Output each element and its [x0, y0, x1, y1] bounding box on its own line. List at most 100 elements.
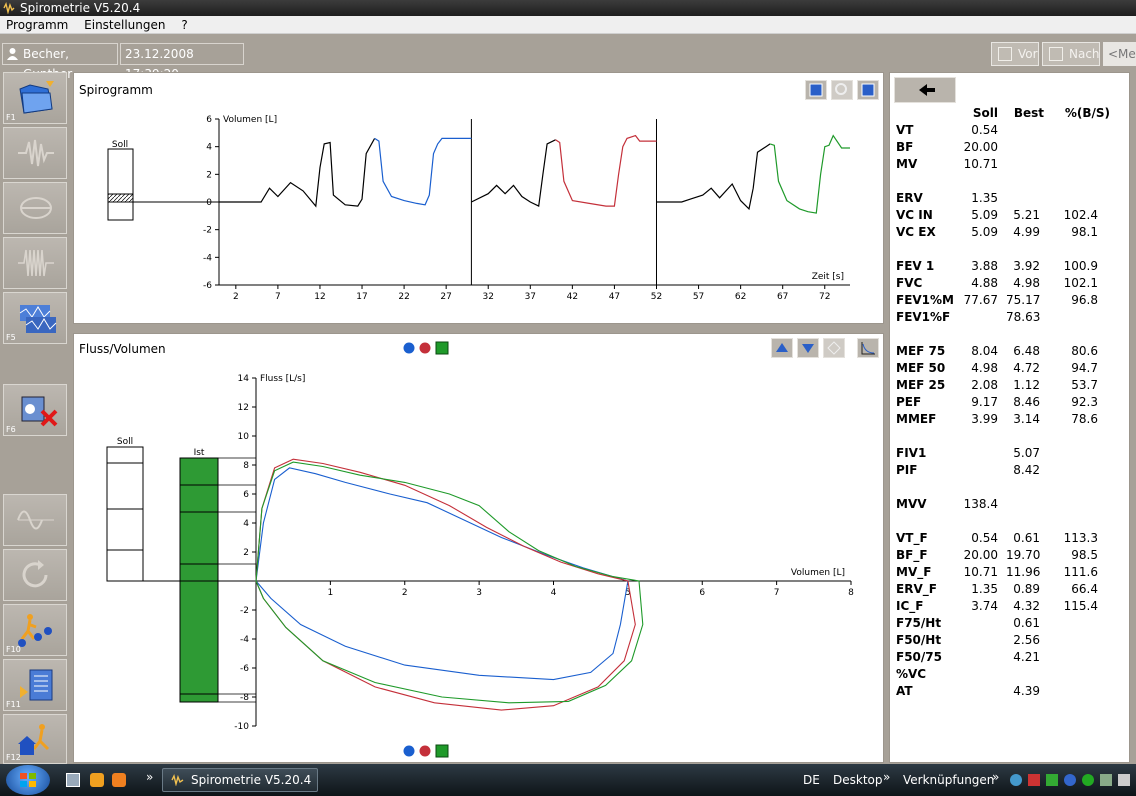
y-tick-label: 2 — [243, 548, 249, 558]
prev-button[interactable]: Vor — [991, 42, 1039, 66]
spirogram-panel: Spirogramm Soll 6 4 2 0 -2 -4 -6 2 7 12 17 22 27 32 37 4… — [73, 72, 884, 324]
f1-open-button[interactable]: F1 — [3, 72, 67, 124]
x-tick-label: 72 — [819, 292, 830, 302]
patient-name-box[interactable]: Becher, Gunther — [2, 43, 118, 81]
x-tick-label: 27 — [440, 292, 451, 302]
cell-label: MEF 50 — [896, 361, 946, 375]
soll-flow-box — [106, 446, 144, 582]
cell-soll: 3.88 — [971, 259, 998, 273]
cell-best: 4.98 — [1013, 276, 1040, 290]
table-row: ERV 1.35 — [890, 190, 1130, 207]
tray-power-icon[interactable] — [1100, 774, 1112, 786]
f10-exercise-button[interactable]: F10 — [3, 604, 67, 656]
windows-logo-icon — [20, 773, 36, 787]
flow-measure-button[interactable] — [3, 182, 67, 234]
user-icon — [7, 48, 18, 60]
menu-help[interactable]: ? — [175, 16, 193, 34]
table-row: PIF 8.42 — [890, 462, 1130, 479]
y-axis-label: Fluss [L/s] — [260, 374, 305, 384]
sine-tool-button[interactable] — [3, 494, 67, 546]
mvv-measure-button[interactable] — [3, 237, 67, 289]
x-axis-label: Volumen [L] — [791, 568, 845, 578]
y-tick-label: 4 — [243, 519, 249, 529]
delete-trial-icon — [21, 396, 58, 427]
f6-delete-button[interactable]: F6 — [3, 384, 67, 436]
x-tick-label: 12 — [314, 292, 325, 302]
flow-volume-panel: Fluss/Volumen Soll Ist 14 12 10 8 6 4 2 -2 -4 -6 -8-… — [73, 333, 884, 763]
cell-best: 0.89 — [1013, 582, 1040, 596]
cell-soll: 5.09 — [971, 208, 998, 222]
results-panel: Soll Best %(B/S) VT 0.54 BF 20.00 MV 10.71 ERV… — [889, 72, 1130, 763]
desktop-toolbar[interactable]: Desktop — [833, 773, 883, 787]
table-row — [890, 428, 1130, 445]
tray-bluetooth-icon[interactable] — [1064, 774, 1076, 786]
x-tick-label: 62 — [735, 292, 746, 302]
taskbar-app-button[interactable]: Spirometrie V5.20.4 — [162, 768, 318, 792]
table-row: MV_F 10.71 11.96 111.6 — [890, 564, 1130, 581]
links-toolbar[interactable]: Verknüpfungen — [903, 773, 994, 787]
trial-3-dot — [435, 744, 449, 758]
quicklaunch-chevron[interactable]: » — [146, 770, 153, 784]
cell-best: 3.92 — [1013, 259, 1040, 273]
cell-label: MVV — [896, 497, 927, 511]
prev-icon — [998, 47, 1012, 61]
spirogram-series-line — [471, 139, 556, 208]
table-row: ERV_F 1.35 0.89 66.4 — [890, 581, 1130, 598]
cell-pct: 94.7 — [1071, 361, 1098, 375]
media-player-icon[interactable] — [112, 773, 126, 787]
f12-home-button[interactable]: F12 — [3, 714, 67, 764]
vc-measure-button[interactable] — [3, 127, 67, 179]
links-chevron[interactable]: » — [992, 770, 999, 784]
more-button[interactable]: <Me — [1103, 42, 1136, 66]
refresh-tool-button[interactable] — [3, 549, 67, 601]
cell-pct: 78.6 — [1071, 412, 1098, 426]
menu-einstellungen[interactable]: Einstellungen — [78, 16, 171, 34]
y-tick-label: 0 — [206, 198, 212, 208]
cell-best: 8.46 — [1013, 395, 1040, 409]
firefox-icon[interactable] — [90, 773, 104, 787]
table-row — [890, 241, 1130, 258]
cell-label: BF — [896, 140, 914, 154]
x-tick-label: 6 — [699, 588, 705, 598]
menu-bar: Programm Einstellungen ? — [0, 16, 1136, 34]
tray-network-icon[interactable] — [1010, 774, 1022, 786]
table-row: FIV1 5.07 — [890, 445, 1130, 462]
x-tick-label: 42 — [567, 292, 578, 302]
y-tick-label: -4 — [203, 253, 212, 263]
y-tick-label: 8 — [243, 461, 249, 471]
cell-soll: 4.98 — [971, 361, 998, 375]
y-tick-label: -2 — [203, 226, 212, 236]
cell-soll: 3.99 — [971, 412, 998, 426]
sine-icon — [17, 510, 54, 530]
back-button[interactable] — [894, 77, 956, 103]
tray-security-icon[interactable] — [1028, 774, 1040, 786]
tray-volume-icon[interactable] — [1118, 774, 1130, 786]
x-tick-label: 2 — [233, 292, 239, 302]
table-row — [890, 326, 1130, 343]
tray-update-icon[interactable] — [1046, 774, 1058, 786]
next-button[interactable]: Nach — [1042, 42, 1100, 66]
x-tick-label: 8 — [848, 588, 854, 598]
f11-report-button[interactable]: F11 — [3, 659, 67, 711]
desktop-chevron[interactable]: » — [883, 770, 890, 784]
x-tick-label: 4 — [551, 588, 557, 598]
start-button[interactable] — [6, 765, 50, 795]
cell-soll: 4.88 — [971, 276, 998, 290]
results-table: Soll Best %(B/S) VT 0.54 BF 20.00 MV 10.71 ERV… — [890, 105, 1130, 755]
tray-sync-icon[interactable] — [1082, 774, 1094, 786]
trial-2-dot — [419, 745, 431, 757]
soll-flow-label: Soll — [117, 437, 133, 447]
f5-compare-button[interactable]: F5 — [3, 292, 67, 344]
flow-volume-series-line — [255, 458, 636, 711]
cell-pct: 96.8 — [1071, 293, 1098, 307]
table-row: MEF 75 8.04 6.48 80.6 — [890, 343, 1130, 360]
show-desktop-icon[interactable] — [66, 773, 80, 787]
cell-label: MEF 75 — [896, 344, 946, 358]
language-indicator[interactable]: DE — [803, 773, 820, 787]
x-tick-label: 1 — [328, 588, 334, 598]
x-tick-label: 2 — [402, 588, 408, 598]
menu-programm[interactable]: Programm — [0, 16, 74, 34]
cell-label: PEF — [896, 395, 922, 409]
runner-icon — [18, 614, 52, 647]
cell-pct: 53.7 — [1071, 378, 1098, 392]
